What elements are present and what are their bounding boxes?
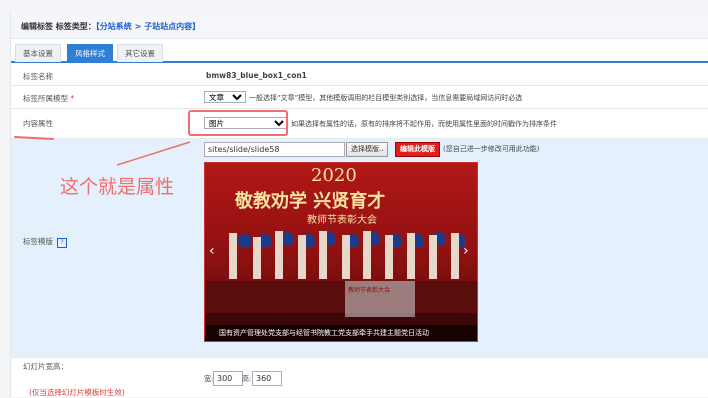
slide-caption: 国有资产管理处党支部与经管书院教工党支部牵手共建主题党日活动 [205, 325, 477, 341]
slide-subtitle: 教师节表彰大会 [307, 215, 377, 226]
slide-preview: 2020 敬教劝学 兴贤育才 教师节表彰大会 教师节表彰大会 ‹ › 国有资产管… [204, 162, 478, 342]
slide-year: 2020 [311, 165, 357, 186]
slide-prev-arrow[interactable]: ‹ [209, 243, 215, 259]
slide-headline: 敬教劝学 兴贤育才 [235, 191, 386, 212]
slide-next-arrow[interactable]: › [463, 243, 469, 259]
annotation-text: 这个就是属性 [60, 176, 175, 198]
stage-screen-text: 教师节表彰大会 [348, 287, 391, 294]
